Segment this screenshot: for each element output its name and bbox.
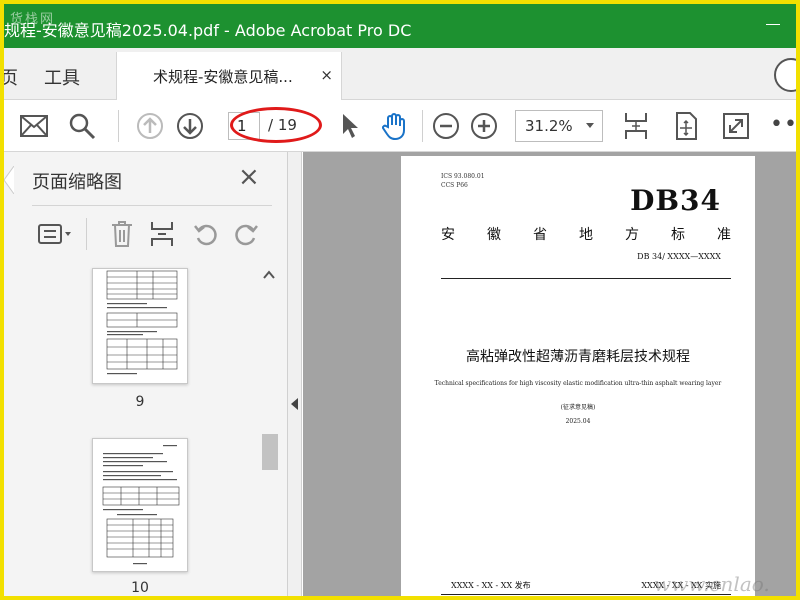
heading-char: 准 <box>717 227 731 243</box>
toolbar-separator <box>118 110 119 142</box>
thumbnail-scrollbar[interactable] <box>260 266 278 596</box>
tab-document[interactable]: 术规程-安徽意见稿... × <box>116 52 342 101</box>
email-icon[interactable] <box>18 110 50 142</box>
next-page-icon[interactable] <box>174 110 206 142</box>
heading-char: 方 <box>625 227 639 243</box>
thumbnail-page-number: 10 <box>131 580 149 596</box>
tab-bar: 页 工具 术规程-安徽意见稿... × <box>4 48 796 101</box>
page-thumbnail[interactable] <box>92 268 188 384</box>
app-window: 货栈网 规程-安徽意见稿2025.04.pdf - Adobe Acrobat … <box>4 4 796 596</box>
tab-tools[interactable]: 工具 <box>44 64 80 90</box>
hand-tool-icon[interactable] <box>378 110 410 142</box>
zoom-out-icon[interactable] <box>430 110 462 142</box>
title-bar: 货栈网 规程-安徽意见稿2025.04.pdf - Adobe Acrobat … <box>4 4 796 48</box>
ics-line: ICS 93.080.01 <box>441 173 485 180</box>
window-title: 规程-安徽意见稿2025.04.pdf - Adobe Acrobat Pro … <box>4 21 412 40</box>
thumbnail-page-preview <box>102 445 180 565</box>
thumbnail-page-preview <box>106 270 178 375</box>
search-icon[interactable] <box>66 110 98 142</box>
previous-page-icon[interactable] <box>134 110 166 142</box>
zoom-in-icon[interactable] <box>468 110 500 142</box>
more-tools-icon[interactable]: ••• <box>770 112 796 137</box>
panel-title: 页面缩略图 <box>32 172 122 193</box>
panel-toolbar <box>32 214 272 254</box>
pdf-page: ICS 93.080.01 CCS P66 DB34 安 徽 省 地 方 标 准… <box>401 156 755 596</box>
panel-notch-icon <box>4 166 14 194</box>
zoom-value: 31.2% <box>525 117 573 135</box>
header-rule <box>441 278 731 279</box>
zoom-select[interactable]: 31.2% <box>515 110 603 142</box>
draft-note: (征求意见稿) <box>560 404 596 411</box>
standard-code: DB34 <box>630 184 721 217</box>
panel-close-icon[interactable]: × <box>238 164 260 190</box>
page-thumbnail[interactable] <box>92 438 188 572</box>
extract-page-icon[interactable] <box>146 218 178 250</box>
heading-char: 省 <box>533 227 547 243</box>
heading-char: 徽 <box>487 227 501 243</box>
thumbnail-page-number: 9 <box>135 394 145 410</box>
toolbar-separator <box>422 110 423 142</box>
select-cursor-icon[interactable] <box>334 110 366 142</box>
heading-char: 标 <box>671 227 685 243</box>
heading-char: 安 <box>441 227 455 243</box>
ccs-line: CCS P66 <box>441 182 468 189</box>
rotate-counterclockwise-icon[interactable] <box>190 218 222 250</box>
main-toolbar: 1 / 19 31.2% ••• <box>4 100 796 152</box>
heading-char: 地 <box>579 227 593 243</box>
account-icon[interactable] <box>774 58 796 92</box>
fit-page-icon[interactable] <box>620 110 652 142</box>
collapse-panel-icon[interactable] <box>291 398 298 410</box>
panel-splitter[interactable] <box>288 152 302 596</box>
standard-number: DB 34/ XXXX—XXXX <box>637 252 721 261</box>
province-standard-heading: 安 徽 省 地 方 标 准 <box>441 224 731 244</box>
issue-date: XXXX - XX - XX 发布 <box>451 581 531 590</box>
delete-page-icon[interactable] <box>106 218 138 250</box>
tab-document-label: 术规程-安徽意见稿... <box>153 68 293 86</box>
scrollbar-thumb[interactable] <box>262 434 278 470</box>
document-title-cn: 高粘弹改性超薄沥青磨耗层技术规程 <box>466 349 690 365</box>
tab-close-icon[interactable]: × <box>320 66 333 84</box>
watermark-text: www.cnlao. <box>654 572 770 596</box>
scroll-up-icon[interactable] <box>263 270 275 280</box>
rotate-clockwise-icon[interactable] <box>230 218 262 250</box>
full-screen-icon[interactable] <box>720 110 752 142</box>
document-view: ICS 93.080.01 CCS P66 DB34 安 徽 省 地 方 标 准… <box>303 152 796 596</box>
tab-home[interactable]: 页 <box>4 64 18 90</box>
document-title-en: Technical specifications for high viscos… <box>434 380 722 387</box>
scroll-mode-icon[interactable] <box>670 110 702 142</box>
ics-code: ICS 93.080.01 CCS P66 <box>441 172 485 190</box>
red-highlight-ellipse <box>230 107 322 143</box>
minimize-button[interactable] <box>766 24 780 25</box>
document-date: 2025.04 <box>565 418 591 425</box>
chevron-down-icon <box>586 123 594 128</box>
panel-divider <box>32 205 272 206</box>
options-menu-icon[interactable] <box>36 218 76 250</box>
page-thumbnails-panel: 页面缩略图 × 9 10 <box>4 152 288 596</box>
